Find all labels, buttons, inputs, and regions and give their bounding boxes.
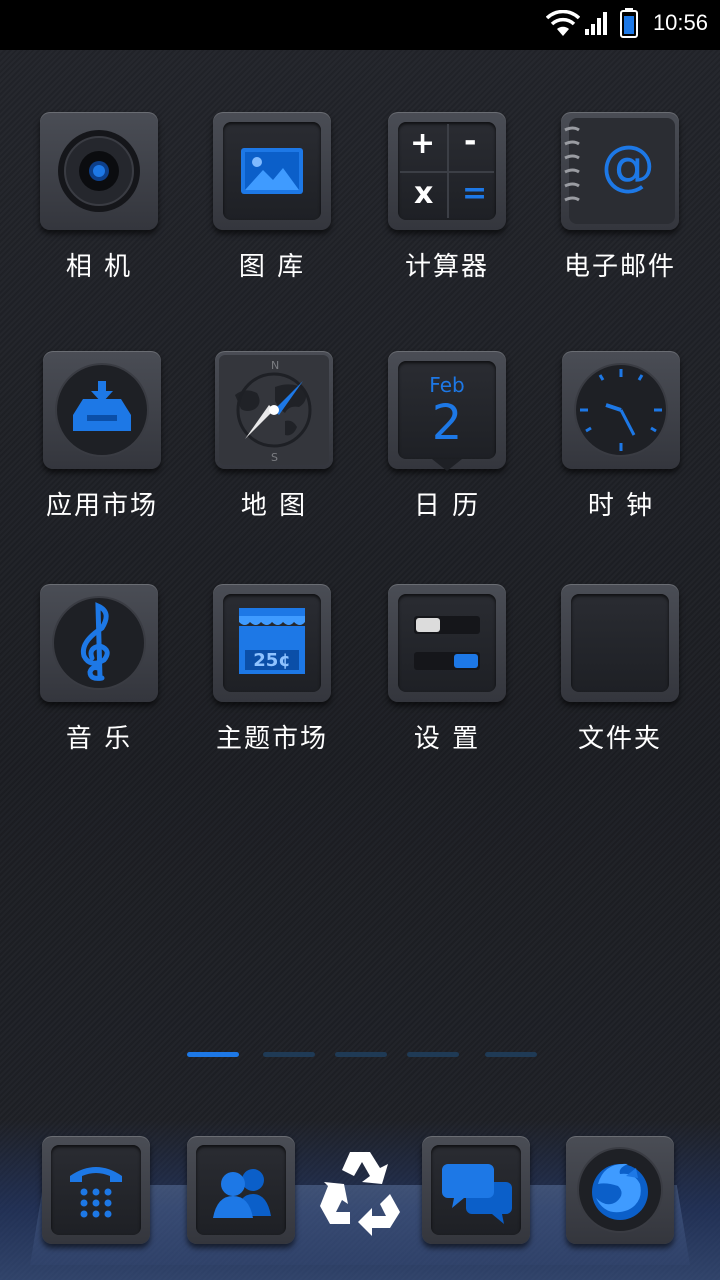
app-calculator[interactable]: + - x = 计算器 bbox=[372, 112, 522, 283]
app-theme-store[interactable]: 25¢ 主题市场 bbox=[197, 584, 347, 755]
app-settings[interactable]: 设 置 bbox=[372, 584, 522, 755]
status-bar: 10:56 bbox=[0, 0, 720, 50]
app-music[interactable]: 音 乐 bbox=[24, 584, 174, 755]
app-label-calculator: 计算器 bbox=[404, 252, 489, 282]
battery-icon bbox=[620, 8, 638, 38]
calc-key-equals: = bbox=[462, 176, 488, 211]
app-label-map: 地 图 bbox=[240, 491, 308, 521]
app-label-camera: 相 机 bbox=[65, 252, 133, 282]
phone-icon bbox=[42, 1136, 150, 1244]
app-label-gallery: 图 库 bbox=[238, 252, 306, 282]
dock-recycle[interactable] bbox=[306, 1136, 414, 1244]
map-compass-icon: N S bbox=[215, 351, 333, 469]
gallery-icon bbox=[213, 112, 331, 230]
app-camera[interactable]: 相 机 bbox=[24, 112, 174, 283]
app-label-app-market: 应用市场 bbox=[45, 491, 158, 521]
calculator-icon: + - x = bbox=[388, 112, 506, 230]
theme-store-icon: 25¢ bbox=[213, 584, 331, 702]
status-time: 10:56 bbox=[652, 10, 708, 35]
app-email[interactable]: @ 电子邮件 bbox=[545, 112, 695, 283]
calc-key-minus: - bbox=[464, 124, 477, 159]
calendar-day: 2 bbox=[431, 395, 463, 451]
messages-icon bbox=[422, 1136, 530, 1244]
signal-icon bbox=[585, 12, 607, 35]
app-clock[interactable]: 时 钟 bbox=[546, 351, 696, 522]
settings-icon bbox=[388, 584, 506, 702]
music-icon bbox=[40, 584, 158, 702]
app-app-market[interactable]: 应用市场 bbox=[27, 351, 177, 522]
clock-icon bbox=[562, 351, 680, 469]
page-dot[interactable] bbox=[335, 1052, 387, 1057]
app-label-calendar: 日 历 bbox=[413, 491, 481, 521]
dock-contacts[interactable] bbox=[187, 1136, 295, 1244]
app-map[interactable]: N S 地 图 bbox=[199, 351, 349, 522]
app-label-music: 音 乐 bbox=[65, 724, 133, 754]
recycle-icon bbox=[320, 1152, 400, 1236]
app-label-clock: 时 钟 bbox=[587, 491, 655, 521]
dock-browser[interactable] bbox=[566, 1136, 674, 1244]
svg-text:S: S bbox=[271, 451, 278, 464]
page-dot[interactable] bbox=[263, 1052, 315, 1057]
calc-key-times: x bbox=[414, 176, 434, 211]
folder-icon bbox=[561, 584, 679, 702]
calendar-icon: Feb 2 bbox=[388, 351, 506, 471]
calc-key-plus: + bbox=[410, 126, 436, 161]
theme-store-price: 25¢ bbox=[253, 650, 291, 671]
app-calendar[interactable]: Feb 2 日 历 bbox=[372, 351, 522, 522]
page-dot[interactable] bbox=[485, 1052, 537, 1057]
wifi-icon bbox=[546, 10, 580, 36]
page-dot[interactable] bbox=[187, 1052, 239, 1057]
contacts-icon bbox=[187, 1136, 295, 1244]
app-gallery[interactable]: 图 库 bbox=[197, 112, 347, 283]
firefox-browser-icon bbox=[566, 1136, 674, 1244]
page-indicator bbox=[0, 1052, 720, 1060]
app-market-icon bbox=[43, 351, 161, 469]
dock-messages[interactable] bbox=[422, 1136, 530, 1244]
app-label-folder: 文件夹 bbox=[577, 724, 662, 754]
page-dot[interactable] bbox=[407, 1052, 459, 1057]
calendar-month: Feb bbox=[429, 373, 465, 397]
app-label-settings: 设 置 bbox=[413, 724, 481, 754]
camera-icon bbox=[40, 112, 158, 230]
app-label-theme-store: 主题市场 bbox=[215, 724, 328, 754]
svg-text:N: N bbox=[271, 359, 279, 372]
email-icon: @ bbox=[561, 112, 679, 230]
app-folder[interactable]: 文件夹 bbox=[545, 584, 695, 755]
app-label-email: 电子邮件 bbox=[563, 252, 676, 282]
email-at-symbol: @ bbox=[601, 134, 655, 197]
dock-phone[interactable] bbox=[42, 1136, 150, 1244]
